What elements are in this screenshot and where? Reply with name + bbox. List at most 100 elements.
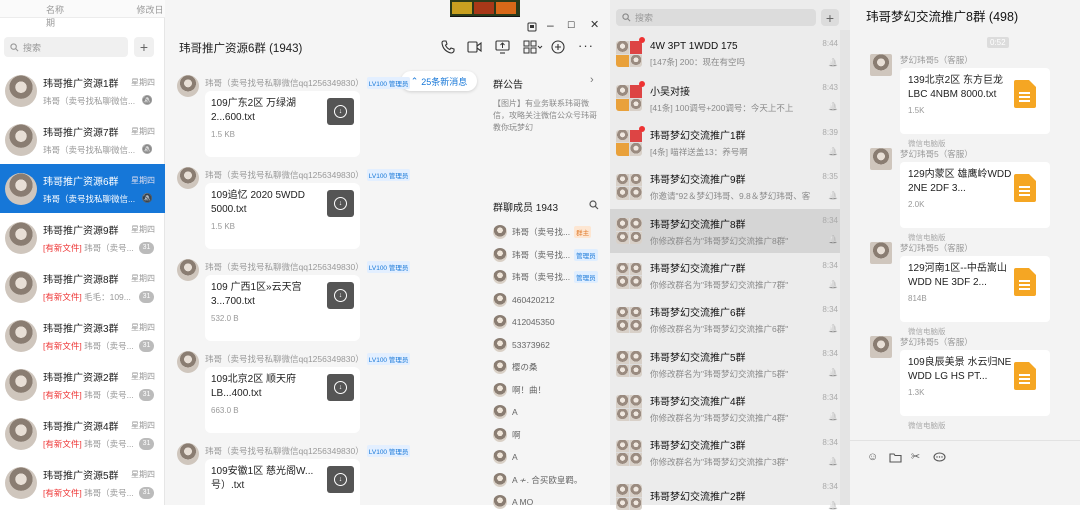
sender-avatar[interactable] [177, 443, 199, 465]
download-icon: ↓ [334, 381, 347, 394]
more-icon[interactable]: ··· [578, 38, 594, 53]
conversation-text: 玮哥推广资源8群 [有新文件] 毛毛：109... [43, 271, 141, 303]
taskbar-thumbnail[interactable] [450, 0, 520, 17]
group-time: 8:34 [822, 216, 838, 226]
preview-text: 玮哥（卖号... [81, 487, 134, 498]
file-message-card[interactable]: 109北京2区 顺天府LB...400.txt 663.0 B ↓ [205, 367, 360, 433]
conversation-item[interactable]: 玮哥推广资源1群 玮哥（卖号找私聊微信... 星期四 🔕 [0, 66, 165, 115]
new-messages-pill[interactable]: ⌃ 25条新消息 [401, 71, 477, 91]
member-item[interactable]: 460420212 [493, 291, 555, 309]
mute-bell-icon: 🔔 [828, 190, 838, 200]
member-avatar [493, 360, 507, 374]
file-message-card[interactable]: 129河南1区--中岳嵩山WDD NE 3DF 2... 814B [900, 256, 1050, 322]
conversation-preview: 玮哥（卖号找私聊微信... [43, 95, 141, 107]
conversation-item[interactable]: 玮哥推广资源4群 [有新文件] 玮哥（卖号... 星期四 31 [0, 409, 165, 458]
avatar [5, 417, 37, 450]
member-item[interactable]: 樱の桑 [493, 358, 538, 376]
pin-icon[interactable] [527, 22, 537, 32]
download-button[interactable]: ↓ [327, 98, 354, 125]
download-button[interactable]: ↓ [327, 282, 354, 309]
video-icon[interactable] [467, 40, 482, 54]
file-message-card[interactable]: 109良辰美景 水云归NE WDD LG HS PT... 1.3K [900, 350, 1050, 416]
conversation-text: 玮哥推广资源5群 [有新文件] 玮哥（卖号... [43, 467, 141, 499]
mute-bell-icon: 🔔 [828, 323, 838, 333]
member-item[interactable]: A MO [493, 493, 533, 511]
member-item[interactable]: 玮哥（卖号找... 群主 [493, 223, 592, 241]
file-message-card[interactable]: 109广东2区 万绿湖2...600.txt 1.5 KB ↓ [205, 91, 360, 157]
download-button[interactable]: ↓ [327, 374, 354, 401]
preview-text: 玮哥（卖号找私聊微信... [43, 144, 136, 155]
member-avatar [493, 382, 507, 397]
sender-avatar[interactable] [870, 336, 892, 358]
add-button[interactable]: + [134, 37, 154, 57]
group-name: 玮哥梦幻交流推广3群 [650, 441, 746, 453]
group-list-item[interactable]: 玮哥梦幻交流推广7群 你修改群名为"玮哥梦幻交流推广7群" 8:34 🔔 [610, 254, 850, 298]
conversation-item[interactable]: 玮哥推广资源5群 [有新文件] 玮哥（卖号... 星期四 31 [0, 458, 165, 507]
file-message-card[interactable]: 109 广西1区»云天宫3...700.txt 532.0 B ↓ [205, 275, 360, 341]
sender-avatar[interactable] [870, 54, 892, 76]
close-icon[interactable]: ✕ [590, 18, 599, 31]
add-member-icon[interactable] [551, 40, 565, 54]
file-message-card[interactable]: 139北京2区 东方巨龙LBC 4NBM 8000.txt 1.5K [900, 68, 1050, 134]
conversation-name: 玮哥推广资源2群 [43, 372, 119, 384]
search-input[interactable]: 搜索 [4, 37, 128, 57]
maximize-icon[interactable]: ☐ [567, 20, 575, 31]
scrollbar-track[interactable] [840, 30, 850, 505]
conversation-item[interactable]: 玮哥推广资源9群 [有新文件] 玮哥（卖号... 星期四 31 [0, 213, 165, 262]
conversation-preview: [有新文件] 玮哥（卖号... [43, 438, 141, 450]
conversation-item[interactable]: 玮哥推广资源8群 [有新文件] 毛毛：109... 星期四 31 [0, 262, 165, 311]
unread-badge: 31 [139, 438, 154, 450]
apps-icon[interactable] [523, 40, 543, 54]
file-message-card[interactable]: 109安徽1区 慈光阁W...号）.txt ↓ [205, 459, 360, 525]
group-list-item[interactable]: 玮哥梦幻交流推广5群 你修改群名为"玮哥梦幻交流推广5群" 8:34 🔔 [610, 342, 850, 386]
group-list-item[interactable]: 玮哥梦幻交流推广3群 你修改群名为"玮哥梦幻交流推广3群" 8:34 🔔 [610, 431, 850, 475]
download-button[interactable]: ↓ [327, 466, 354, 493]
file-name: 109北京2区 顺天府LB...400.txt [211, 374, 297, 399]
group-list-item[interactable]: 玮哥梦幻交流推广1群 [4条] 喵祥送盖13：养号啊 8:39 🔔 [610, 121, 850, 165]
sender-avatar[interactable] [177, 75, 199, 97]
group-add-button[interactable]: + [821, 9, 839, 26]
conversation-name: 玮哥推广资源9群 [43, 225, 119, 237]
file-message-card[interactable]: 129内蒙区 雄鹰岭WDD 2NE 2DF 3... 2.0K [900, 162, 1050, 228]
new-file-tag: [有新文件] [43, 389, 82, 400]
conversation-item[interactable]: 玮哥推广资源7群 玮哥（卖号找私聊微信... 星期四 🔕 [0, 115, 165, 164]
sender-avatar[interactable] [870, 148, 892, 170]
conversation-item[interactable]: 玮哥推广资源2群 [有新文件] 玮哥（卖号... 星期四 31 [0, 360, 165, 409]
download-button[interactable]: ↓ [327, 190, 354, 217]
notice-title: 群公告 [493, 80, 523, 91]
member-item[interactable]: 53373962 [493, 336, 550, 354]
group-list-item[interactable]: 玮哥梦幻交流推广4群 你修改群名为"玮哥梦幻交流推广4群" 8:34 🔔 [610, 386, 850, 430]
group-search-input[interactable]: 搜索 [616, 9, 816, 26]
sender-avatar[interactable] [870, 242, 892, 264]
phone-icon[interactable] [441, 40, 455, 54]
conversation-item[interactable]: 玮哥推广资源3群 [有新文件] 玮哥（卖号... 星期四 31 [0, 311, 165, 360]
group-preview: 你邀请"92＆梦幻玮哥、9.8＆梦幻玮哥、客服毛... [650, 191, 810, 202]
emoji-icon[interactable]: ☺ [867, 451, 878, 463]
member-item[interactable]: 啊！曲！ [493, 381, 546, 399]
member-item[interactable]: 玮哥（卖号找... 管理员 [493, 268, 598, 286]
sender-avatar[interactable] [177, 351, 199, 373]
scissors-icon[interactable]: ✂ [911, 450, 920, 463]
member-item[interactable]: A [493, 448, 518, 466]
member-item[interactable]: 玮哥（卖号找... 管理员 [493, 246, 598, 264]
member-item[interactable]: A [493, 403, 518, 421]
group-list-item[interactable]: 玮哥梦幻交流推广6群 你修改群名为"玮哥梦幻交流推广6群" 8:34 🔔 [610, 298, 850, 342]
screen-share-icon[interactable] [495, 40, 510, 54]
folder-icon[interactable] [889, 452, 902, 463]
group-list-item[interactable]: 玮哥梦幻交流推广8群 你修改群名为"玮哥梦幻交流推广8群" 8:34 🔔 [610, 209, 850, 254]
member-search-icon[interactable] [589, 200, 599, 210]
member-item[interactable]: 啊 [493, 426, 521, 444]
chevron-right-icon[interactable]: › [590, 74, 594, 86]
sender-avatar[interactable] [177, 259, 199, 281]
member-item[interactable]: A ≁. 合买欧皇羁。 [493, 471, 582, 489]
group-list-item[interactable]: 4W 3PT 1WDD 175 [147条] 200：现在有空吗 8:44 🔔 [610, 32, 850, 76]
sender-avatar[interactable] [177, 167, 199, 189]
group-list-item[interactable]: 小吴对接 [41条] 100调号+200调号：今天上不上 8:43 🔔 [610, 76, 850, 120]
group-list-item[interactable]: 玮哥梦幻交流推广9群你邀请"92＆梦幻玮哥、9.8＆梦幻玮哥、客服毛... 8:3… [610, 165, 850, 209]
group-list-item[interactable]: 玮哥梦幻交流推广2群 8:34 🔔 [610, 475, 850, 519]
file-message-card[interactable]: 109追忆 2020 5WDD 5000.txt 1.5 KB ↓ [205, 183, 360, 249]
member-item[interactable]: 412045350 [493, 313, 555, 331]
conversation-item[interactable]: 玮哥推广资源6群 玮哥（卖号找私聊微信... 星期四 🔕 [0, 164, 165, 213]
minimize-icon[interactable]: – [547, 18, 554, 32]
chat-bubble-icon[interactable] [933, 452, 946, 463]
